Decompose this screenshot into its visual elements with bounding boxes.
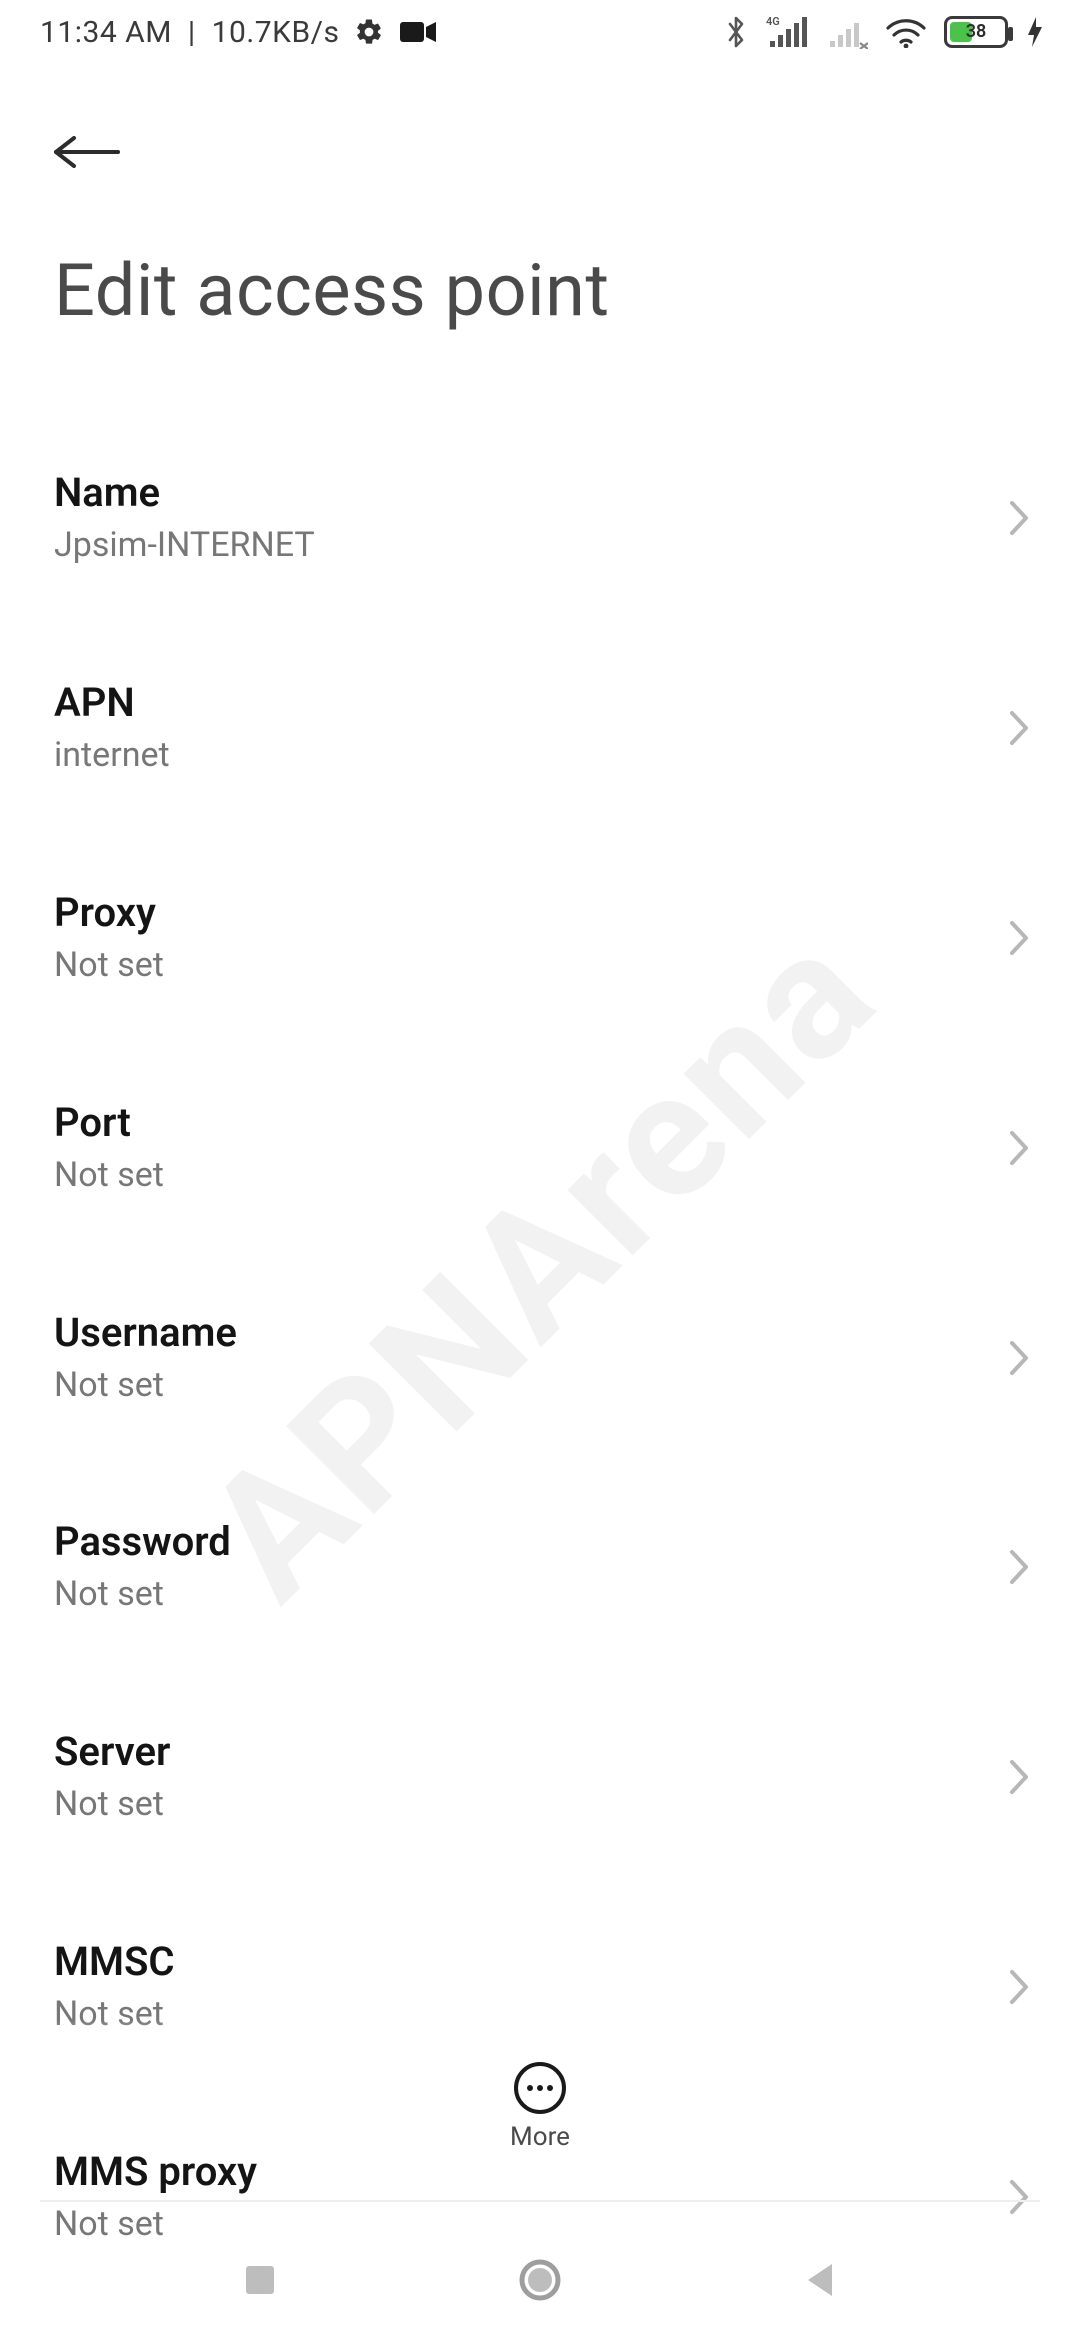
setting-port[interactable]: Port Not set bbox=[54, 1063, 1040, 1233]
chevron-right-icon bbox=[1006, 2176, 1032, 2218]
back-arrow-icon bbox=[50, 132, 122, 172]
setting-title: Name bbox=[54, 467, 315, 519]
setting-value: Not set bbox=[54, 1572, 231, 1618]
setting-value: Not set bbox=[54, 1153, 164, 1199]
status-netspeed: 10.7KB/s bbox=[212, 15, 340, 50]
system-nav-bar bbox=[0, 2220, 1080, 2340]
setting-server[interactable]: Server Not set bbox=[54, 1692, 1040, 1862]
status-sep: | bbox=[180, 15, 204, 50]
setting-value: internet bbox=[54, 733, 170, 779]
setting-title: Port bbox=[54, 1097, 164, 1149]
app-bar bbox=[0, 64, 1080, 204]
charging-icon bbox=[1026, 15, 1044, 49]
setting-value: Not set bbox=[54, 1992, 175, 2038]
setting-title: APN bbox=[54, 677, 170, 729]
bottom-divider bbox=[40, 2200, 1040, 2202]
setting-value: Jpsim-INTERNET bbox=[54, 523, 315, 569]
nav-recent-button[interactable] bbox=[220, 2240, 300, 2320]
setting-title: Server bbox=[54, 1726, 170, 1778]
setting-value: Not set bbox=[54, 943, 164, 989]
settings-list: Name Jpsim-INTERNET APN internet Proxy N… bbox=[0, 333, 1080, 2282]
chevron-right-icon bbox=[1006, 1337, 1032, 1379]
triangle-back-icon bbox=[802, 2260, 838, 2300]
more-label: More bbox=[510, 2122, 570, 2152]
setting-apn[interactable]: APN internet bbox=[54, 643, 1040, 813]
wifi-icon bbox=[886, 16, 926, 48]
chevron-right-icon bbox=[1006, 497, 1032, 539]
chevron-right-icon bbox=[1006, 1756, 1032, 1798]
status-time: 11:34 AM bbox=[40, 15, 172, 50]
battery-icon: 38 bbox=[944, 16, 1008, 48]
setting-title: MMSC bbox=[54, 1936, 175, 1988]
nav-home-button[interactable] bbox=[500, 2240, 580, 2320]
chevron-right-icon bbox=[1006, 1546, 1032, 1588]
status-bar: 11:34 AM | 10.7KB/s 4G bbox=[0, 0, 1080, 64]
page-title: Edit access point bbox=[0, 204, 1080, 333]
setting-mmsc[interactable]: MMSC Not set bbox=[54, 1902, 1040, 2072]
setting-proxy[interactable]: Proxy Not set bbox=[54, 853, 1040, 1023]
chevron-right-icon bbox=[1006, 1127, 1032, 1169]
setting-title: Password bbox=[54, 1516, 231, 1568]
more-icon bbox=[512, 2060, 568, 2116]
square-icon bbox=[242, 2262, 278, 2298]
setting-password[interactable]: Password Not set bbox=[54, 1482, 1040, 1652]
setting-title: MMS proxy bbox=[54, 2146, 257, 2198]
circle-icon bbox=[517, 2257, 563, 2303]
setting-title: Proxy bbox=[54, 887, 164, 939]
chevron-right-icon bbox=[1006, 1966, 1032, 2008]
signal-nosim-icon bbox=[826, 15, 868, 49]
more-button[interactable]: More bbox=[0, 2060, 1080, 2152]
setting-value: Not set bbox=[54, 1782, 170, 1828]
gear-icon bbox=[354, 17, 384, 47]
camera-icon bbox=[400, 20, 436, 44]
battery-pct: 38 bbox=[947, 23, 1005, 41]
signal-4g-icon: 4G bbox=[766, 15, 808, 49]
nav-back-button[interactable] bbox=[780, 2240, 860, 2320]
setting-title: Username bbox=[54, 1307, 237, 1359]
setting-value: Not set bbox=[54, 1363, 237, 1409]
chevron-right-icon bbox=[1006, 707, 1032, 749]
chevron-right-icon bbox=[1006, 917, 1032, 959]
bluetooth-icon bbox=[724, 15, 748, 49]
setting-name[interactable]: Name Jpsim-INTERNET bbox=[54, 433, 1040, 603]
setting-username[interactable]: Username Not set bbox=[54, 1273, 1040, 1443]
back-button[interactable] bbox=[46, 112, 126, 192]
svg-text:4G: 4G bbox=[766, 15, 780, 28]
